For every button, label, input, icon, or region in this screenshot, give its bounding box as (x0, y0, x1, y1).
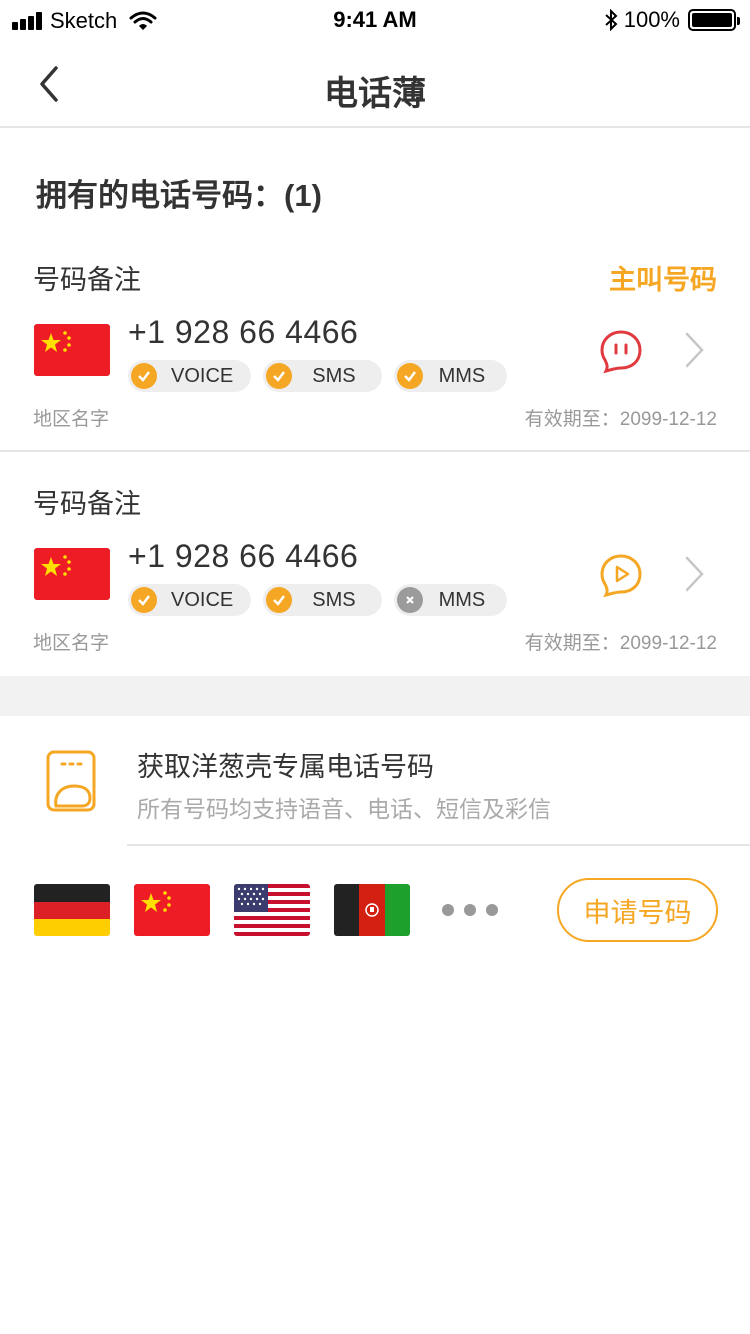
promo-subtitle: 所有号码均支持语音、电话、短信及彩信 (137, 796, 551, 822)
more-countries-icon[interactable] (442, 904, 508, 916)
tag-label: VOICE (171, 364, 234, 387)
primary-number-badge: 主叫号码 (609, 265, 717, 295)
expiry-date: 有效期至：2099-12-12 (524, 633, 717, 654)
tag-label: SMS (312, 588, 356, 611)
section-separator (0, 676, 750, 716)
tag-voice: VOICE (128, 360, 252, 392)
china-flag (34, 324, 110, 376)
china-flag[interactable] (134, 884, 210, 936)
tag-mms: MMS (393, 584, 508, 616)
check-icon (266, 587, 293, 613)
tag-label: MMS (438, 588, 486, 611)
phone-number: +1 928 66 4466 (128, 538, 359, 574)
capability-tags: VOICE SMS MMS (128, 584, 519, 616)
check-icon (266, 363, 293, 389)
region-name: 地区名字 (33, 409, 110, 430)
apply-number-button[interactable]: 申请号码 (557, 878, 718, 942)
check-icon (131, 587, 157, 613)
usa-flag[interactable] (234, 884, 310, 936)
check-icon (396, 363, 423, 389)
expiry-date: 有效期至：2099-12-12 (524, 409, 717, 430)
afghanistan-flag[interactable] (334, 884, 410, 936)
tag-mms: MMS (393, 360, 508, 392)
card-divider (0, 450, 750, 452)
sim-card-icon (46, 750, 96, 812)
tag-label: SMS (312, 364, 356, 387)
tag-label: MMS (438, 364, 486, 387)
chevron-right-icon[interactable] (682, 554, 708, 594)
number-note: 号码备注 (33, 265, 141, 295)
region-name: 地区名字 (33, 633, 110, 654)
capability-tags: VOICE SMS MMS (128, 360, 519, 392)
promo-divider (127, 844, 750, 846)
phone-number: +1 928 66 4466 (128, 314, 359, 350)
status-bar: Sketch 9:41 AM 100% (0, 0, 750, 40)
tag-voice: VOICE (128, 584, 252, 616)
close-icon (396, 587, 423, 613)
tag-sms: SMS (263, 360, 382, 392)
china-flag (34, 548, 110, 600)
tag-sms: SMS (263, 584, 382, 616)
page-title: 电话薄 (324, 75, 426, 113)
number-card-2[interactable]: 号码备注 +1 928 66 4466 VOICE SMS MMS 地区名字 有… (0, 464, 750, 674)
play-bubble-icon[interactable] (598, 552, 644, 598)
tag-label: VOICE (171, 588, 234, 611)
bluetooth-icon (605, 9, 618, 31)
battery-percent: 100% (623, 7, 680, 32)
battery-icon (688, 9, 740, 31)
chevron-right-icon[interactable] (682, 330, 708, 370)
check-icon (131, 363, 157, 389)
number-card-1[interactable]: 号码备注 主叫号码 +1 928 66 4466 VOICE SMS MMS 地… (0, 240, 750, 450)
section-title: 拥有的电话号码：(1) (36, 178, 322, 213)
promo-title: 获取洋葱壳专属电话号码 (137, 752, 434, 782)
germany-flag[interactable] (34, 884, 110, 936)
chat-bubble-icon[interactable] (598, 328, 644, 374)
number-note: 号码备注 (33, 489, 141, 519)
nav-bar: 电话薄 (0, 40, 750, 128)
status-right: 100% (604, 7, 740, 33)
